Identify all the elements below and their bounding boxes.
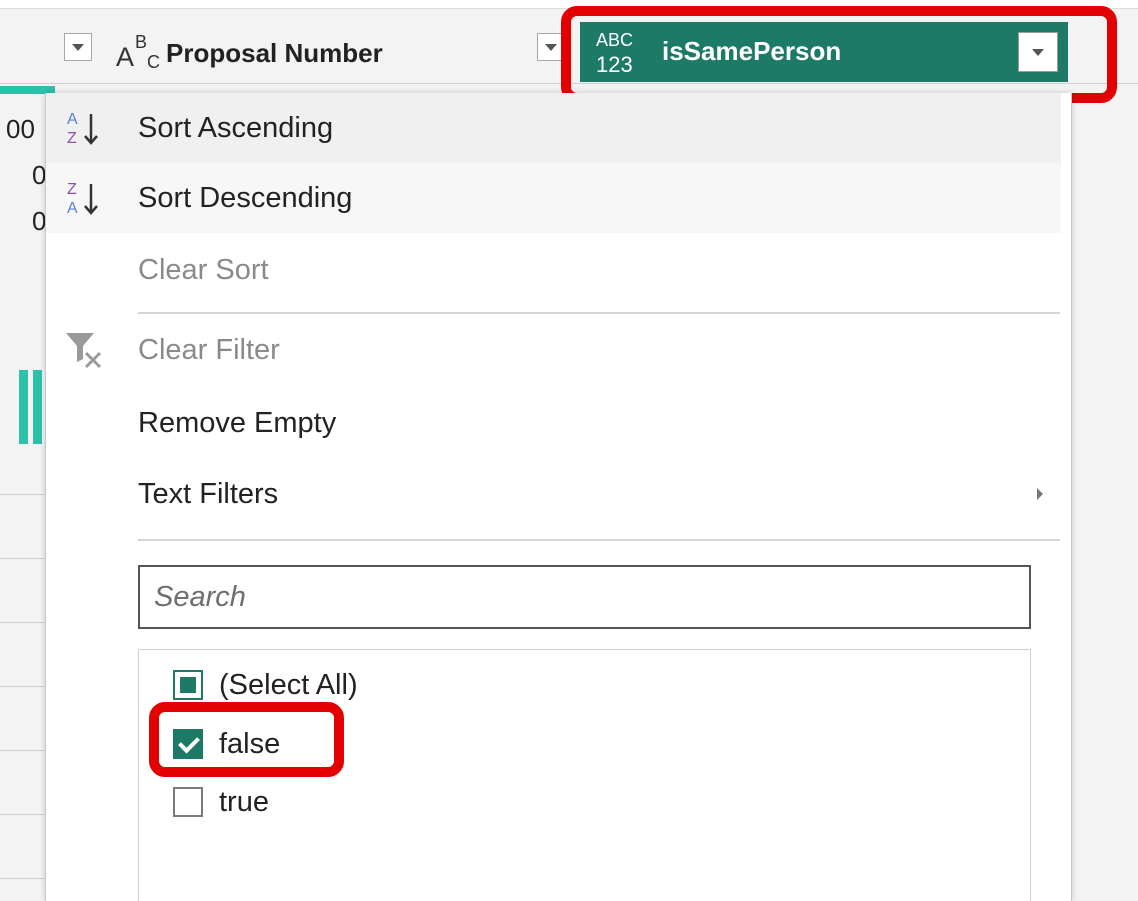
remove-empty-item[interactable]: Remove Empty <box>46 388 1061 458</box>
clear-filter-icon <box>66 333 102 369</box>
menu-separator <box>138 312 1060 314</box>
search-input[interactable]: Search <box>138 565 1031 629</box>
clear-filter-label: Clear Filter <box>138 333 280 366</box>
search-placeholder: Search <box>154 580 246 613</box>
highlight-box-column <box>561 6 1117 103</box>
chevron-down-icon <box>72 43 84 51</box>
svg-text:C: C <box>147 52 160 70</box>
grid-line <box>0 878 48 879</box>
svg-text:B: B <box>135 32 147 52</box>
grid-line <box>0 558 48 559</box>
chevron-right-icon <box>1037 488 1043 500</box>
menu-separator <box>138 539 1060 541</box>
clear-filter-item[interactable]: Clear Filter <box>46 315 1061 385</box>
sort-ascending-icon: A Z <box>67 111 98 147</box>
selection-indicator <box>33 370 42 444</box>
sort-ascending-label: Sort Ascending <box>138 111 334 144</box>
column-header-proposal-number[interactable]: Proposal Number <box>166 38 383 69</box>
svg-text:Z: Z <box>67 130 77 147</box>
text-filters-item[interactable]: Text Filters <box>46 459 1061 529</box>
sort-descending-label: Sort Descending <box>138 181 353 214</box>
select-all-checkbox[interactable] <box>173 670 203 700</box>
svg-text:A: A <box>67 111 78 128</box>
svg-text:A: A <box>67 200 78 217</box>
text-type-icon[interactable]: A B C <box>114 30 162 72</box>
sort-descending-item[interactable]: Z A Sort Descending <box>46 163 1061 233</box>
grid-line <box>0 494 48 495</box>
select-all-label: (Select All) <box>219 668 358 701</box>
highlight-box-false <box>149 702 344 777</box>
grid-line <box>0 686 48 687</box>
sort-descending-icon: Z A <box>67 181 98 217</box>
text-filters-label: Text Filters <box>138 477 279 510</box>
svg-text:A: A <box>116 42 134 70</box>
true-checkbox[interactable] <box>173 787 203 817</box>
grid-line <box>0 622 48 623</box>
chevron-down-icon <box>545 43 557 51</box>
clear-sort-item[interactable]: Clear Sort <box>46 235 1061 305</box>
prev-column-filter-button[interactable] <box>64 33 92 61</box>
row-fragment: 00 <box>6 114 35 144</box>
remove-empty-label: Remove Empty <box>138 406 337 439</box>
svg-text:Z: Z <box>67 181 77 198</box>
grid-line <box>0 750 48 751</box>
true-label: true <box>219 785 269 818</box>
selection-indicator <box>19 370 28 444</box>
sort-ascending-item[interactable]: A Z Sort Ascending <box>46 93 1061 163</box>
grid-line <box>0 814 48 815</box>
clear-sort-label: Clear Sort <box>138 253 269 286</box>
